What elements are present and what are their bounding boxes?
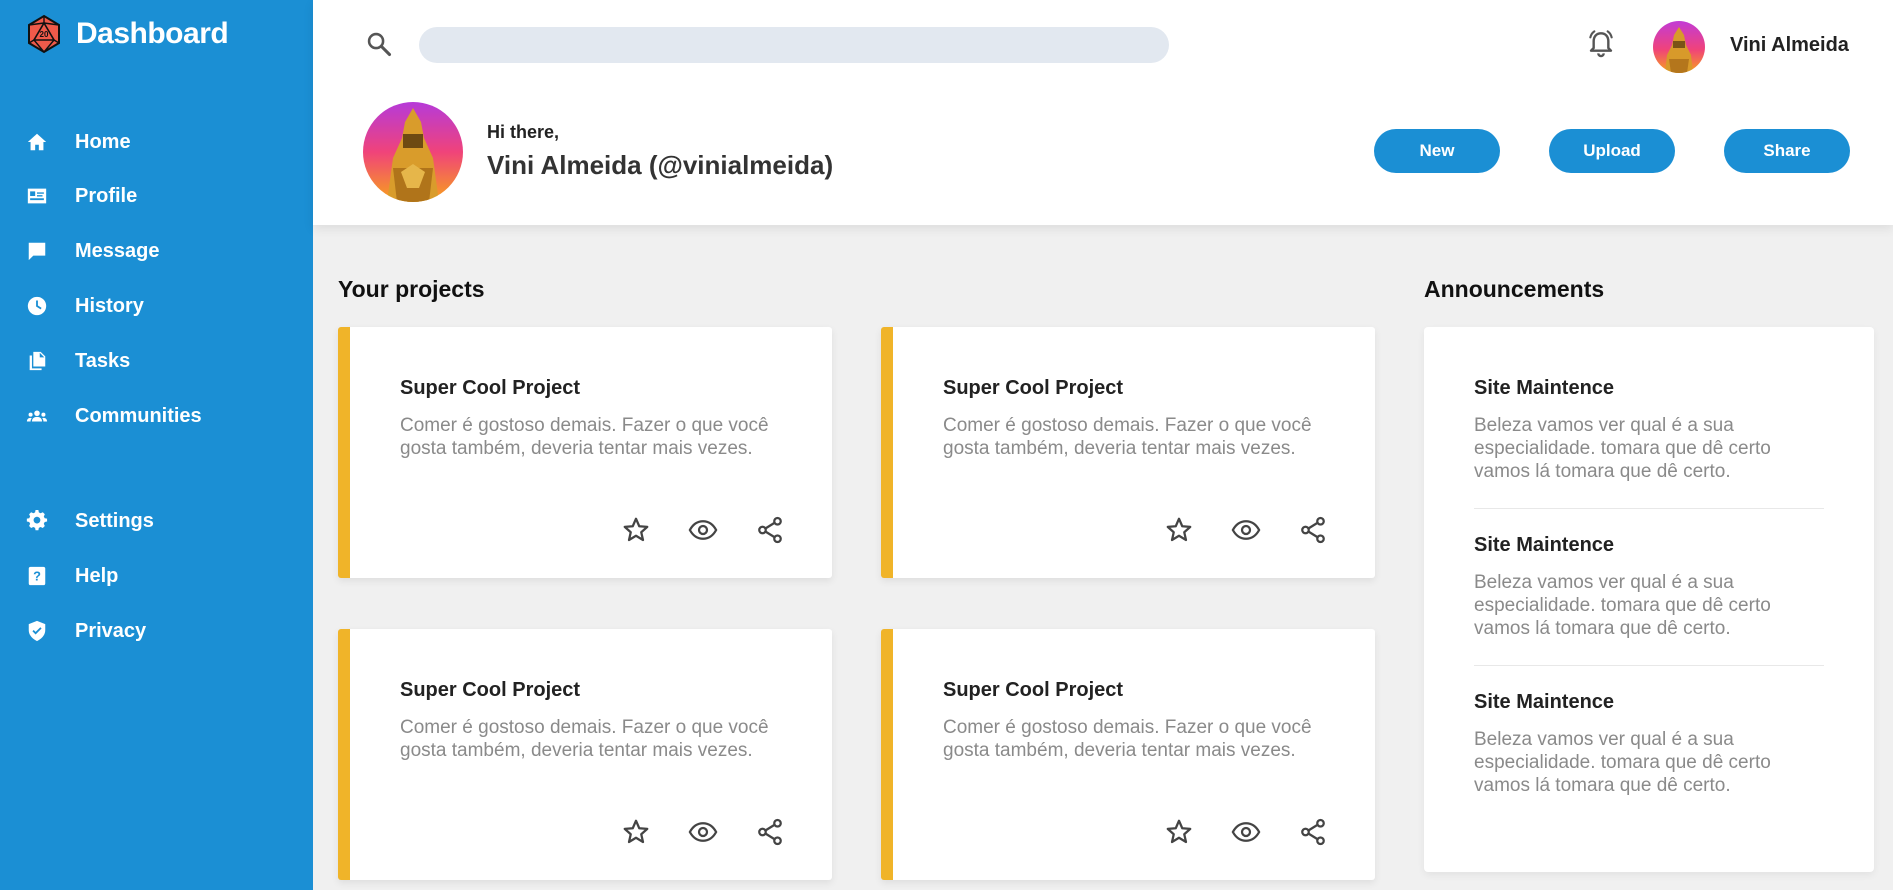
project-description: Comer é gostoso demais. Fazer o que você…	[943, 415, 1312, 459]
divider	[1474, 508, 1824, 509]
sidebar-item-label: Tasks	[75, 349, 131, 372]
announcement-title: Site Maintence	[1474, 534, 1615, 556]
announcement-description: Beleza vamos ver qual é a sua especialid…	[1474, 415, 1771, 482]
header: Vini Almeida Hi there, Vini Almeida (@vi…	[313, 0, 1893, 225]
chat-icon	[26, 240, 48, 262]
bell-icon[interactable]	[1585, 28, 1617, 60]
clock-icon	[26, 295, 48, 317]
star-icon[interactable]	[621, 817, 651, 847]
sidebar-item-communities[interactable]: Communities	[26, 401, 202, 431]
shield-icon	[26, 620, 48, 642]
share-icon[interactable]	[1298, 817, 1328, 847]
star-icon[interactable]	[621, 515, 651, 545]
project-title: Super Cool Project	[943, 377, 1124, 399]
greeting: Hi there,	[487, 122, 560, 142]
announcement-description: Beleza vamos ver qual é a sua especialid…	[1474, 729, 1771, 796]
sidebar-item-label: Communities	[75, 404, 202, 427]
sidebar-item-home[interactable]: Home	[26, 127, 131, 157]
project-card[interactable]: Super Cool Project Comer é gostoso demai…	[881, 629, 1375, 880]
share-icon[interactable]	[755, 817, 785, 847]
share-icon[interactable]	[755, 515, 785, 545]
upload-button[interactable]: Upload	[1549, 129, 1675, 173]
username[interactable]: Vini Almeida	[1730, 34, 1849, 57]
profile-avatar	[363, 102, 463, 202]
star-icon[interactable]	[1164, 515, 1194, 545]
announcement-title: Site Maintence	[1474, 691, 1615, 713]
project-card[interactable]: Super Cool Project Comer é gostoso demai…	[881, 327, 1375, 578]
sidebar-item-label: Message	[75, 239, 160, 262]
project-card[interactable]: Super Cool Project Comer é gostoso demai…	[338, 327, 832, 578]
id-card-icon	[26, 185, 48, 207]
announcements-panel: Site Maintence Beleza vamos ver qual é a…	[1424, 327, 1874, 872]
eye-icon[interactable]	[688, 515, 718, 545]
search-input[interactable]	[419, 27, 1169, 63]
project-card[interactable]: Super Cool Project Comer é gostoso demai…	[338, 629, 832, 880]
sidebar-item-label: Help	[75, 564, 119, 587]
announcement-item[interactable]: Site Maintence Beleza vamos ver qual é a…	[1474, 534, 1824, 640]
share-icon[interactable]	[1298, 515, 1328, 545]
svg-text:?: ?	[33, 569, 41, 584]
project-title: Super Cool Project	[943, 679, 1124, 701]
project-description: Comer é gostoso demais. Fazer o que você…	[400, 717, 769, 761]
sidebar: 20 Dashboard Home Profile Message Histor…	[0, 0, 313, 890]
announcement-item[interactable]: Site Maintence Beleza vamos ver qual é a…	[1474, 377, 1824, 483]
sidebar-item-label: Home	[75, 130, 131, 153]
brand[interactable]: 20 Dashboard	[26, 14, 229, 54]
sidebar-item-settings[interactable]: Settings	[26, 506, 154, 536]
announcement-description: Beleza vamos ver qual é a sua especialid…	[1474, 572, 1771, 639]
gear-icon	[26, 510, 48, 532]
announcement-item[interactable]: Site Maintence Beleza vamos ver qual é a…	[1474, 691, 1824, 797]
sidebar-item-label: Settings	[75, 509, 154, 532]
profile-fullname: Vini Almeida (@vinialmeida)	[487, 150, 834, 180]
project-title: Super Cool Project	[400, 377, 581, 399]
group-icon	[26, 405, 48, 427]
eye-icon[interactable]	[1231, 817, 1261, 847]
project-description: Comer é gostoso demais. Fazer o que você…	[400, 415, 769, 459]
help-icon: ?	[26, 565, 48, 587]
svg-text:20: 20	[40, 30, 49, 39]
sidebar-item-privacy[interactable]: Privacy	[26, 616, 146, 646]
sidebar-item-message[interactable]: Message	[26, 236, 160, 266]
documents-icon	[26, 350, 48, 372]
brand-title: Dashboard	[76, 17, 229, 50]
projects-title: Your projects	[338, 276, 485, 302]
sidebar-item-history[interactable]: History	[26, 291, 144, 321]
announcements-title: Announcements	[1424, 276, 1605, 302]
home-icon	[26, 131, 48, 153]
project-title: Super Cool Project	[400, 679, 581, 701]
share-button[interactable]: Share	[1724, 129, 1850, 173]
avatar[interactable]	[1653, 21, 1705, 73]
star-icon[interactable]	[1164, 817, 1194, 847]
eye-icon[interactable]	[1231, 515, 1261, 545]
sidebar-item-help[interactable]: ? Help	[26, 561, 118, 591]
project-description: Comer é gostoso demais. Fazer o que você…	[943, 717, 1312, 761]
new-button[interactable]: New	[1374, 129, 1500, 173]
search-icon[interactable]	[365, 30, 393, 58]
sidebar-item-label: Profile	[75, 184, 138, 207]
sidebar-item-tasks[interactable]: Tasks	[26, 346, 130, 376]
sidebar-item-profile[interactable]: Profile	[26, 181, 137, 211]
divider	[1474, 665, 1824, 666]
eye-icon[interactable]	[688, 817, 718, 847]
sidebar-item-label: History	[75, 294, 144, 317]
announcement-title: Site Maintence	[1474, 377, 1615, 399]
sidebar-item-label: Privacy	[75, 619, 147, 642]
d20-dice-icon: 20	[28, 14, 60, 54]
